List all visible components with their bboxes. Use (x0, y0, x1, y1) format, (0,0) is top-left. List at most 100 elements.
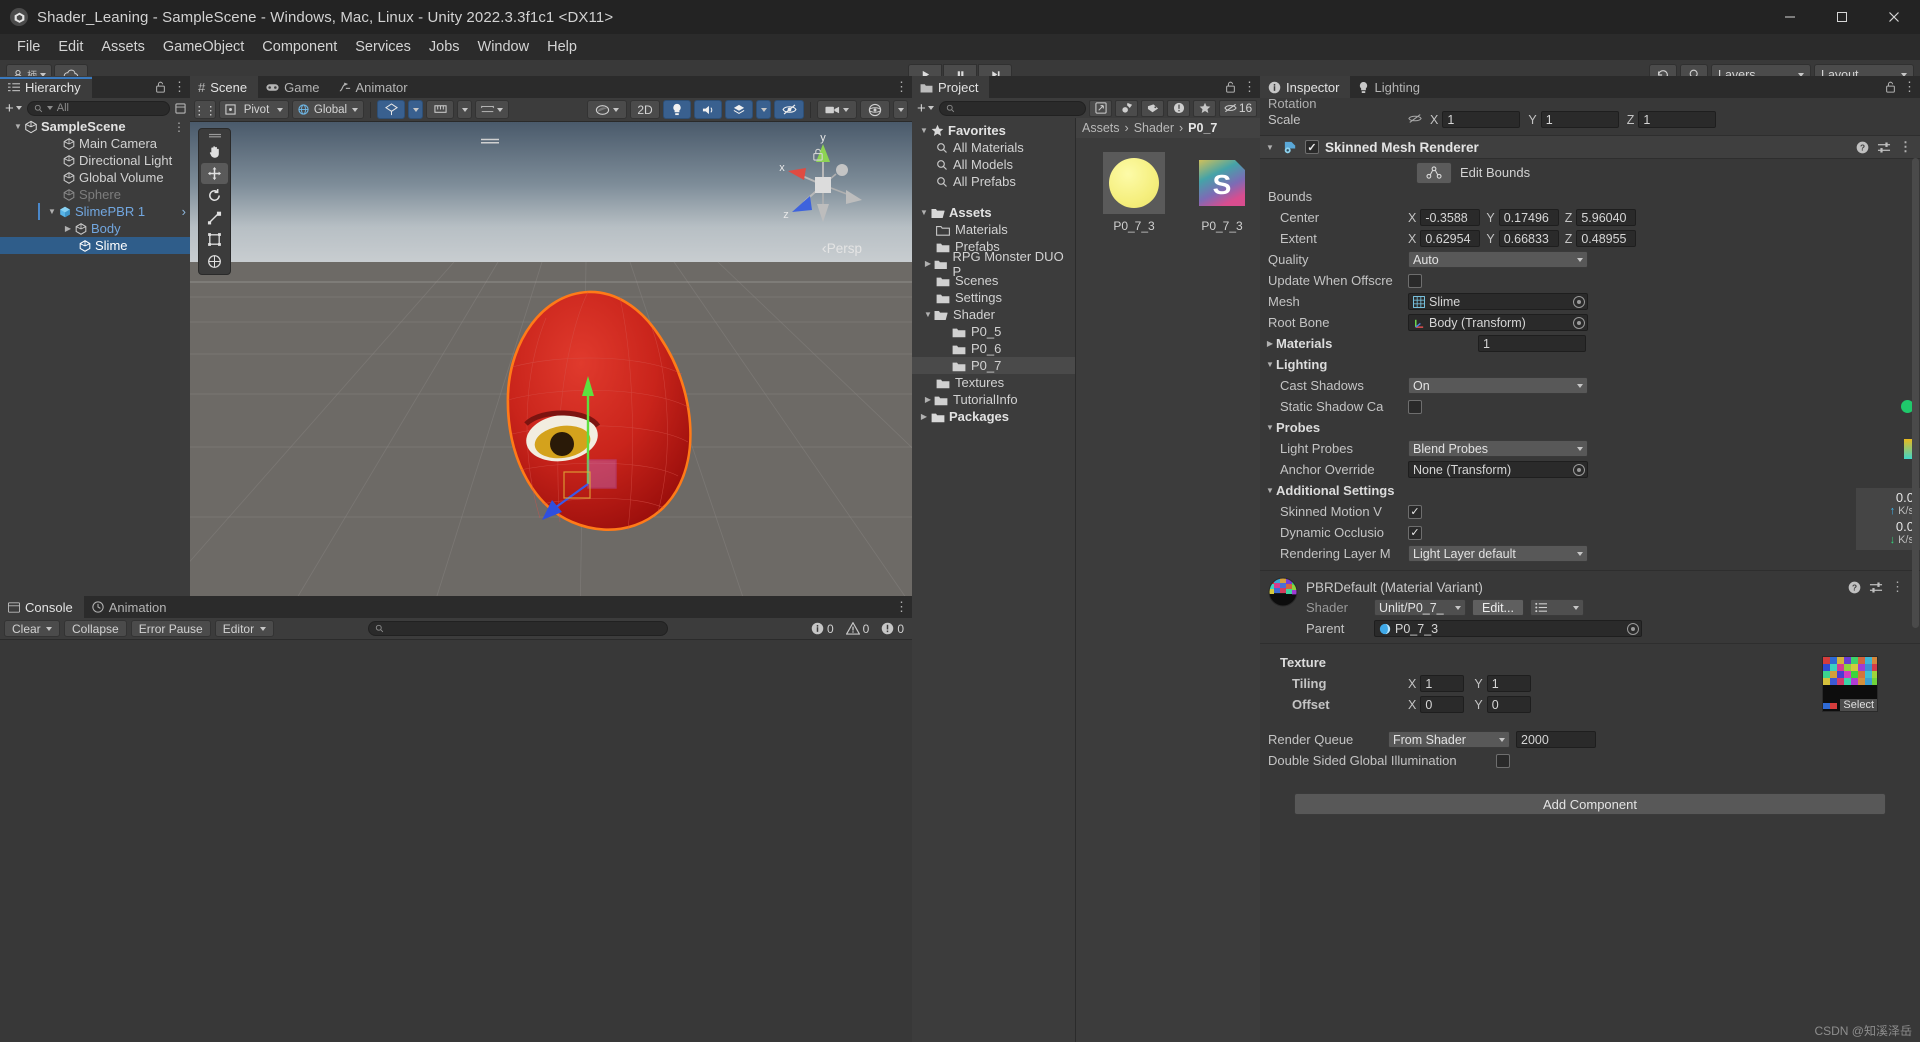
minimize-button[interactable] (1764, 0, 1816, 34)
additional-settings-row[interactable]: ▼ Additional Settings (1260, 480, 1920, 501)
project-filter-type-icon[interactable] (1115, 99, 1138, 117)
twirl-icon[interactable]: ▶ (62, 224, 74, 233)
inspector-scrollbar[interactable] (1912, 158, 1919, 628)
project-tree-all-prefabs[interactable]: All Prefabs (912, 173, 1075, 190)
project-tree-p0-7[interactable]: P0_7 (912, 357, 1075, 374)
twirl-icon[interactable]: ▼ (918, 126, 930, 135)
project-filter-label-icon[interactable] (1141, 99, 1164, 117)
collapse-toggle[interactable]: Collapse (64, 620, 127, 637)
component-menu-icon[interactable]: ⋮ (1899, 140, 1912, 153)
hierarchy-item-main-camera[interactable]: Main Camera (0, 135, 190, 152)
rotate-tool-icon[interactable] (201, 185, 228, 206)
center-y-input[interactable]: 0.17496 (1498, 209, 1559, 226)
project-tree-all-materials[interactable]: All Materials (912, 139, 1075, 156)
update-offscreen-checkbox[interactable] (1408, 273, 1422, 288)
gizmos-button[interactable] (860, 100, 890, 119)
skinned-mesh-renderer-header[interactable]: ▼ ✓ Skinned Mesh Renderer ? ⋮ (1260, 135, 1920, 159)
scene-tool-grip[interactable]: ⋮⋮ (194, 100, 217, 119)
scene-canvas[interactable]: y x z ‹Persp (190, 122, 912, 618)
texture-preview[interactable]: Select (1822, 656, 1878, 712)
offset-y-input[interactable]: 0 (1486, 696, 1531, 713)
project-tree-p0-6[interactable]: P0_6 (912, 340, 1075, 357)
shader-dropdown[interactable]: Unlit/P0_7_ (1374, 599, 1466, 616)
tiling-y-input[interactable]: 1 (1486, 675, 1531, 692)
asset-item-shader[interactable]: S P0_7_3 (1184, 152, 1260, 233)
breadcrumb-shader[interactable]: Shader (1134, 121, 1174, 135)
project-tree-shader[interactable]: ▼ Shader (912, 306, 1075, 323)
gizmos-dropdown[interactable] (893, 100, 908, 119)
cast-shadows-dropdown[interactable]: On (1408, 377, 1588, 394)
extent-z-input[interactable]: 0.48955 (1576, 230, 1637, 247)
hierarchy-item-directional-light[interactable]: Directional Light (0, 152, 190, 169)
chevron-right-icon[interactable]: › (182, 204, 186, 219)
component-enabled-checkbox[interactable]: ✓ (1305, 140, 1319, 154)
breadcrumb-assets[interactable]: Assets (1082, 121, 1120, 135)
twirl-icon[interactable]: ▼ (46, 207, 58, 216)
project-tree-all-models[interactable]: All Models (912, 156, 1075, 173)
probes-section-row[interactable]: ▼ Probes (1260, 417, 1920, 438)
render-queue-dropdown[interactable]: From Shader (1388, 731, 1510, 748)
parent-picker-icon[interactable] (1627, 622, 1639, 635)
center-x-input[interactable]: -0.3588 (1420, 209, 1481, 226)
tab-scene[interactable]: # Scene (190, 76, 259, 98)
inspector-scroll[interactable]: Rotation Scale X 1 Y 1 Z 1 ▼ ✓ Skinned M… (1260, 98, 1920, 1042)
menu-help[interactable]: Help (538, 36, 586, 58)
console-menu-icon[interactable]: ⋮ (895, 600, 908, 613)
hierarchy-item-slimepbr[interactable]: ▼ SlimePBR 1 › (0, 203, 190, 220)
project-save-search-icon[interactable] (1089, 99, 1112, 117)
center-z-input[interactable]: 5.96040 (1576, 209, 1637, 226)
tab-console[interactable]: Console (0, 596, 84, 618)
hierarchy-item-samplescene[interactable]: ▼ SampleScene ⋮ (0, 118, 190, 135)
scale-lock-icon[interactable] (1408, 112, 1422, 127)
hierarchy-item-global-volume[interactable]: Global Volume (0, 169, 190, 186)
dynamic-occlusion-checkbox[interactable]: ✓ (1408, 525, 1422, 540)
tab-project[interactable]: Project (912, 76, 990, 98)
hierarchy-item-slime[interactable]: Slime (0, 237, 190, 254)
scene-fx-dropdown[interactable] (756, 100, 771, 119)
maximize-button[interactable] (1816, 0, 1868, 34)
clear-button[interactable]: Clear (4, 620, 60, 637)
tab-animator[interactable]: Animator (331, 76, 419, 98)
quality-dropdown[interactable]: Auto (1408, 251, 1588, 268)
grid-snap-button[interactable] (377, 100, 405, 119)
twirl-icon[interactable]: ▶ (1264, 339, 1276, 348)
extent-x-input[interactable]: 0.62954 (1420, 230, 1481, 247)
scene-gizmo-lock-icon[interactable] (812, 148, 824, 164)
add-component-button[interactable]: Add Component (1294, 793, 1886, 815)
console-log-list[interactable] (0, 640, 912, 1042)
global-dropdown[interactable]: Global (292, 100, 364, 119)
menu-component[interactable]: Component (253, 36, 346, 58)
pivot-dropdown[interactable]: Pivot (219, 100, 289, 119)
light-probes-dropdown[interactable]: Blend Probes (1408, 440, 1588, 457)
rect-tool-icon[interactable] (201, 229, 228, 250)
scene-camera-button[interactable] (817, 100, 857, 119)
tiling-x-input[interactable]: 1 (1420, 675, 1465, 692)
mesh-picker-icon[interactable] (1573, 295, 1585, 308)
menu-jobs[interactable]: Jobs (420, 36, 469, 58)
snap-settings-button[interactable] (475, 100, 509, 119)
scale-tool-icon[interactable] (201, 207, 228, 228)
mesh-object-field[interactable]: Slime (1408, 293, 1588, 310)
move-tool-icon[interactable] (201, 163, 228, 184)
twirl-icon[interactable]: ▼ (1264, 143, 1276, 152)
menu-window[interactable]: Window (469, 36, 539, 58)
hierarchy-search-input[interactable]: All (26, 100, 170, 116)
scene-visibility-button[interactable] (774, 100, 804, 119)
render-queue-input[interactable]: 2000 (1516, 731, 1596, 748)
error-count-badge[interactable]: 0 (877, 622, 908, 636)
twirl-icon[interactable]: ▼ (922, 310, 934, 319)
parent-object-field[interactable]: P0_7_3 (1374, 620, 1642, 637)
log-count-badge[interactable]: 0 (807, 622, 838, 636)
hierarchy-add-button[interactable]: + (3, 100, 24, 117)
snap-increment-button[interactable] (426, 100, 454, 119)
project-favorite-icon[interactable] (1193, 99, 1216, 117)
lighting-section-row[interactable]: ▼ Lighting (1260, 354, 1920, 375)
snap-increment-dropdown[interactable] (457, 100, 472, 119)
hierarchy-item-body[interactable]: ▶ Body (0, 220, 190, 237)
skinned-motion-checkbox[interactable]: ✓ (1408, 504, 1422, 519)
menu-edit[interactable]: Edit (49, 36, 92, 58)
anchor-picker-icon[interactable] (1573, 463, 1585, 476)
double-sided-checkbox[interactable] (1496, 753, 1510, 768)
scene-menu-icon[interactable]: ⋮ (895, 80, 908, 93)
project-tree-textures[interactable]: Textures (912, 374, 1075, 391)
